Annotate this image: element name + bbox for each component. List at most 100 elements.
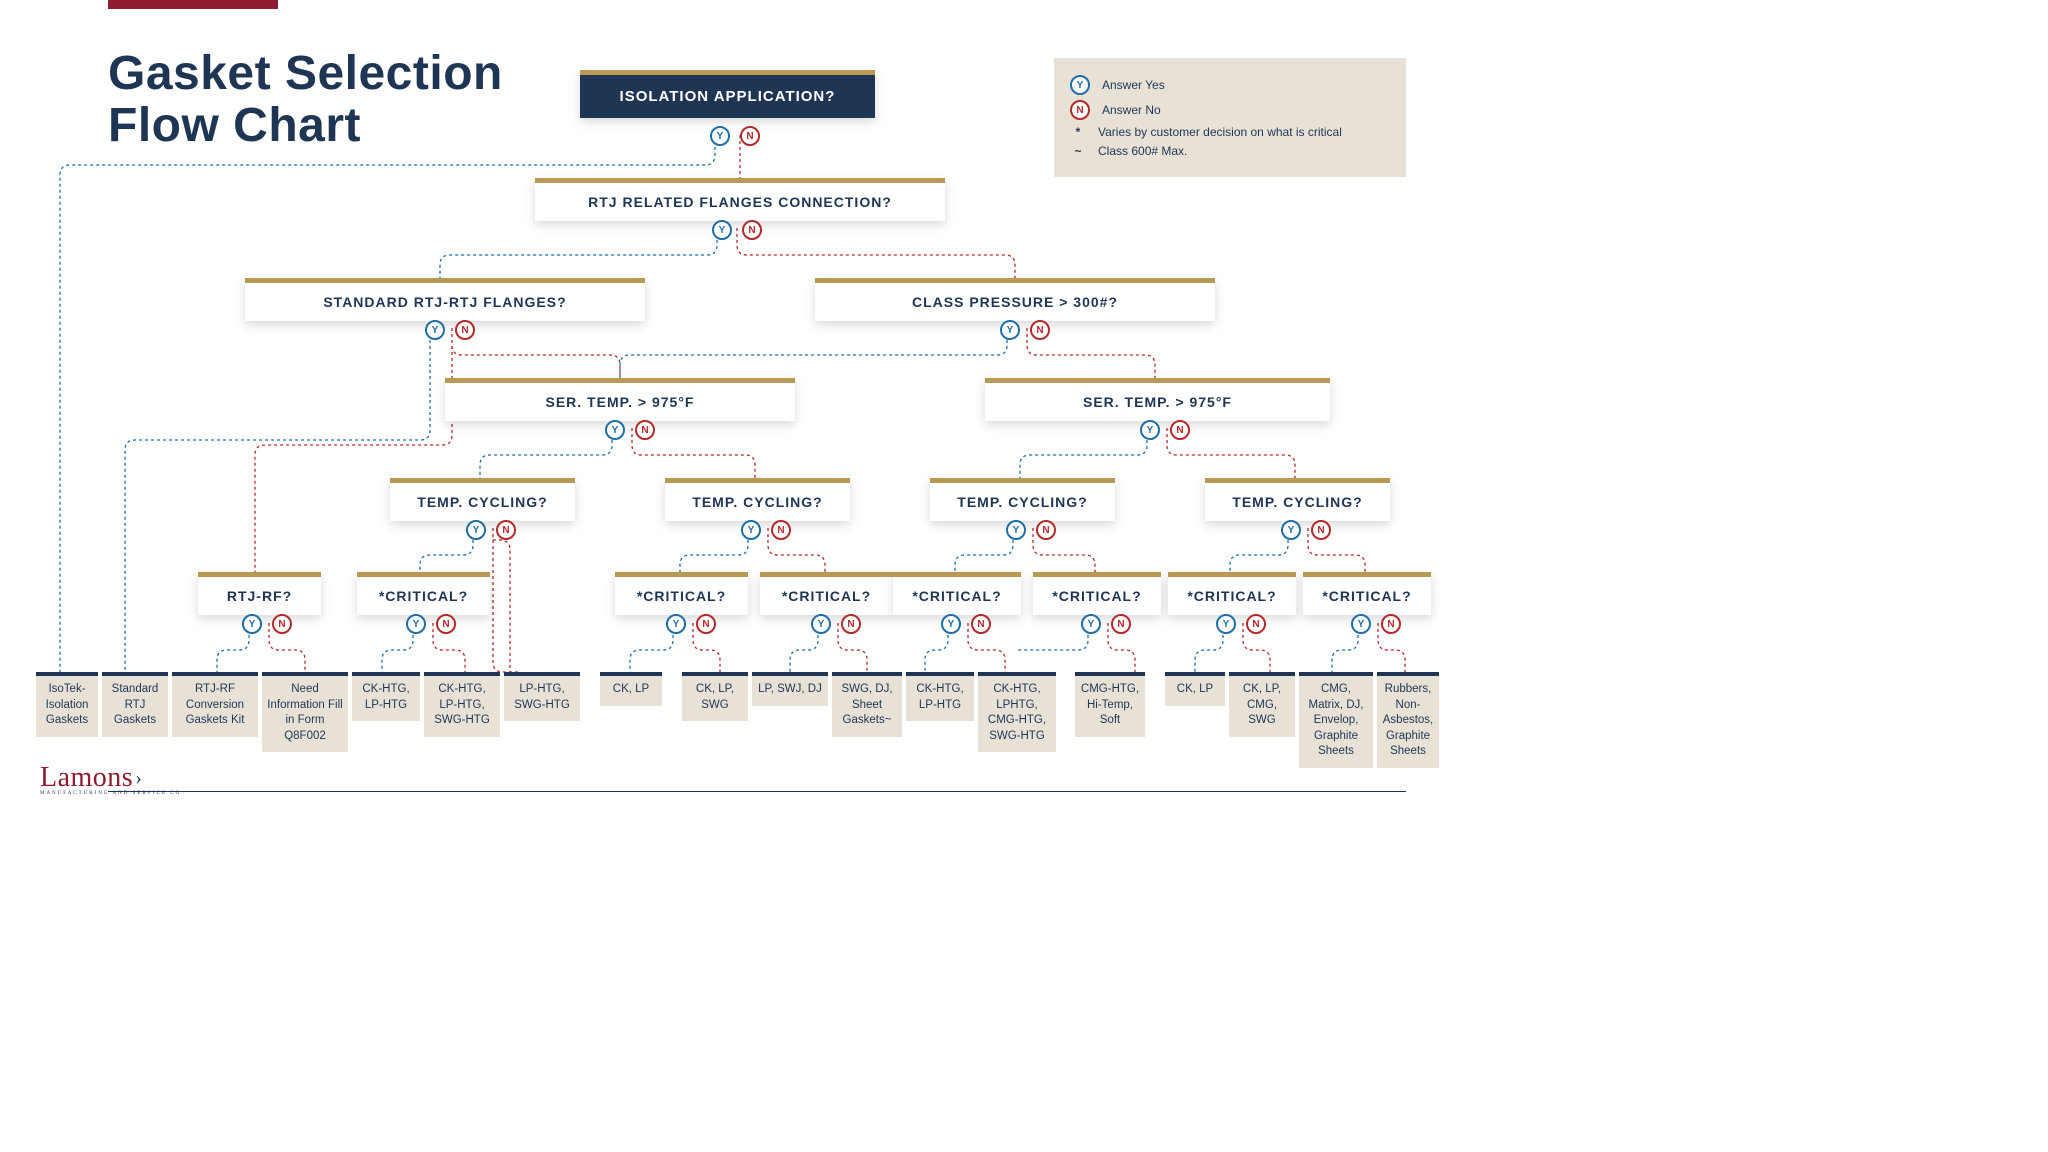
node-label: ISOLATION APPLICATION? — [580, 75, 875, 118]
yes-icon: Y — [811, 614, 831, 634]
no-icon: N — [740, 126, 760, 146]
yn-pair: YN — [605, 420, 655, 440]
node-rtj-rf: RTJ-RF? — [198, 572, 321, 615]
yn-pair: YN — [741, 520, 791, 540]
accent-bar — [108, 0, 278, 9]
yn-pair: YN — [242, 614, 292, 634]
node-critical-2: *CRITICAL? — [615, 572, 748, 615]
node-temp-cycling-3: TEMP. CYCLING? — [930, 478, 1115, 521]
yes-icon: Y — [1081, 614, 1101, 634]
no-icon: N — [1381, 614, 1401, 634]
yes-icon: Y — [1351, 614, 1371, 634]
result-cmg-htg-soft: CMG-HTG, Hi-Temp, Soft — [1075, 672, 1145, 737]
node-ser-temp-a: SER. TEMP. > 975°F — [445, 378, 795, 421]
yes-icon: Y — [1006, 520, 1026, 540]
node-critical-1: *CRITICAL? — [357, 572, 490, 615]
no-icon: N — [1111, 614, 1131, 634]
node-temp-cycling-4: TEMP. CYCLING? — [1205, 478, 1390, 521]
yn-pair: YN — [1140, 420, 1190, 440]
node-label: *CRITICAL? — [615, 577, 748, 615]
yes-icon: Y — [466, 520, 486, 540]
yes-icon: Y — [712, 220, 732, 240]
yn-pair: YN — [406, 614, 456, 634]
node-label: *CRITICAL? — [1168, 577, 1296, 615]
node-class-pressure: CLASS PRESSURE > 300#? — [815, 278, 1215, 321]
yn-pair: YN — [1006, 520, 1056, 540]
result-cmg-matrix: CMG, Matrix, DJ, Envelop, Graphite Sheet… — [1299, 672, 1373, 768]
node-label: RTJ RELATED FLANGES CONNECTION? — [535, 183, 945, 221]
node-label: TEMP. CYCLING? — [1205, 483, 1390, 521]
node-label: RTJ-RF? — [198, 577, 321, 615]
legend-tilde: Class 600# Max. — [1098, 144, 1187, 158]
no-icon: N — [1036, 520, 1056, 540]
node-label: SER. TEMP. > 975°F — [985, 383, 1330, 421]
result-need-info: Need Information Fill in Form Q8F002 — [262, 672, 348, 752]
yn-pair: YN — [466, 520, 516, 540]
node-critical-7: *CRITICAL? — [1303, 572, 1431, 615]
yes-icon: Y — [710, 126, 730, 146]
yn-pair: YN — [1081, 614, 1131, 634]
result-ckhtg-lphtg-swg: CK-HTG, LP-HTG, SWG-HTG — [424, 672, 500, 737]
result-lp-swj-dj: LP, SWJ, DJ — [752, 672, 828, 706]
yn-pair: YN — [1216, 614, 1266, 634]
result-rtj-rf-kit: RTJ-RF Conversion Gaskets Kit — [172, 672, 258, 737]
no-icon: N — [696, 614, 716, 634]
result-swg-dj-sheet: SWG, DJ, Sheet Gaskets~ — [832, 672, 902, 737]
star-icon: * — [1070, 125, 1086, 139]
yes-icon: Y — [741, 520, 761, 540]
logo-text: Lamons — [40, 762, 133, 793]
legend-star: Varies by customer decision on what is c… — [1098, 125, 1342, 139]
yn-pair: YN — [666, 614, 716, 634]
legend-box: YAnswer Yes NAnswer No *Varies by custom… — [1054, 58, 1406, 177]
tilde-icon: ~ — [1070, 144, 1086, 158]
node-label: STANDARD RTJ-RTJ FLANGES? — [245, 283, 645, 321]
yes-icon: Y — [666, 614, 686, 634]
result-lphtg-swghtg: LP-HTG, SWG-HTG — [504, 672, 580, 721]
yn-pair: YN — [1351, 614, 1401, 634]
no-icon: N — [742, 220, 762, 240]
yes-icon: Y — [1216, 614, 1236, 634]
no-icon: N — [1070, 100, 1090, 120]
node-label: CLASS PRESSURE > 300#? — [815, 283, 1215, 321]
node-label: TEMP. CYCLING? — [665, 483, 850, 521]
result-standard-rtj: Standard RTJ Gaskets — [102, 672, 168, 737]
footer-rule — [108, 791, 1406, 792]
yn-pair: YN — [1281, 520, 1331, 540]
result-ckhtg-lphtg-2: CK-HTG, LP-HTG — [906, 672, 974, 721]
title-line-2: Flow Chart — [108, 99, 361, 152]
node-critical-6: *CRITICAL? — [1168, 572, 1296, 615]
node-isolation-application: ISOLATION APPLICATION? — [580, 70, 875, 118]
yn-pair: YN — [941, 614, 991, 634]
no-icon: N — [841, 614, 861, 634]
yes-icon: Y — [605, 420, 625, 440]
no-icon: N — [436, 614, 456, 634]
result-ck-lp-2: CK, LP — [1165, 672, 1225, 706]
result-ckhtg-cmghtg: CK-HTG, LPHTG, CMG-HTG, SWG-HTG — [978, 672, 1056, 752]
node-label: *CRITICAL? — [760, 577, 893, 615]
node-ser-temp-b: SER. TEMP. > 975°F — [985, 378, 1330, 421]
legend-no: Answer No — [1102, 103, 1161, 117]
no-icon: N — [1030, 320, 1050, 340]
yes-icon: Y — [1281, 520, 1301, 540]
no-icon: N — [771, 520, 791, 540]
node-standard-rtj: STANDARD RTJ-RTJ FLANGES? — [245, 278, 645, 321]
result-ck-lp-1: CK, LP — [600, 672, 662, 706]
node-critical-4: *CRITICAL? — [893, 572, 1021, 615]
no-icon: N — [971, 614, 991, 634]
legend-yes: Answer Yes — [1102, 78, 1165, 92]
yn-pair: YN — [710, 126, 760, 146]
result-ckhtg-lphtg-1: CK-HTG, LP-HTG — [352, 672, 420, 721]
no-icon: N — [635, 420, 655, 440]
yes-icon: Y — [406, 614, 426, 634]
node-temp-cycling-2: TEMP. CYCLING? — [665, 478, 850, 521]
node-label: TEMP. CYCLING? — [390, 483, 575, 521]
node-rtj-related: RTJ RELATED FLANGES CONNECTION? — [535, 178, 945, 221]
yes-icon: Y — [425, 320, 445, 340]
node-label: TEMP. CYCLING? — [930, 483, 1115, 521]
no-icon: N — [455, 320, 475, 340]
no-icon: N — [1311, 520, 1331, 540]
no-icon: N — [1170, 420, 1190, 440]
node-temp-cycling-1: TEMP. CYCLING? — [390, 478, 575, 521]
yn-pair: YN — [1000, 320, 1050, 340]
node-label: *CRITICAL? — [357, 577, 490, 615]
